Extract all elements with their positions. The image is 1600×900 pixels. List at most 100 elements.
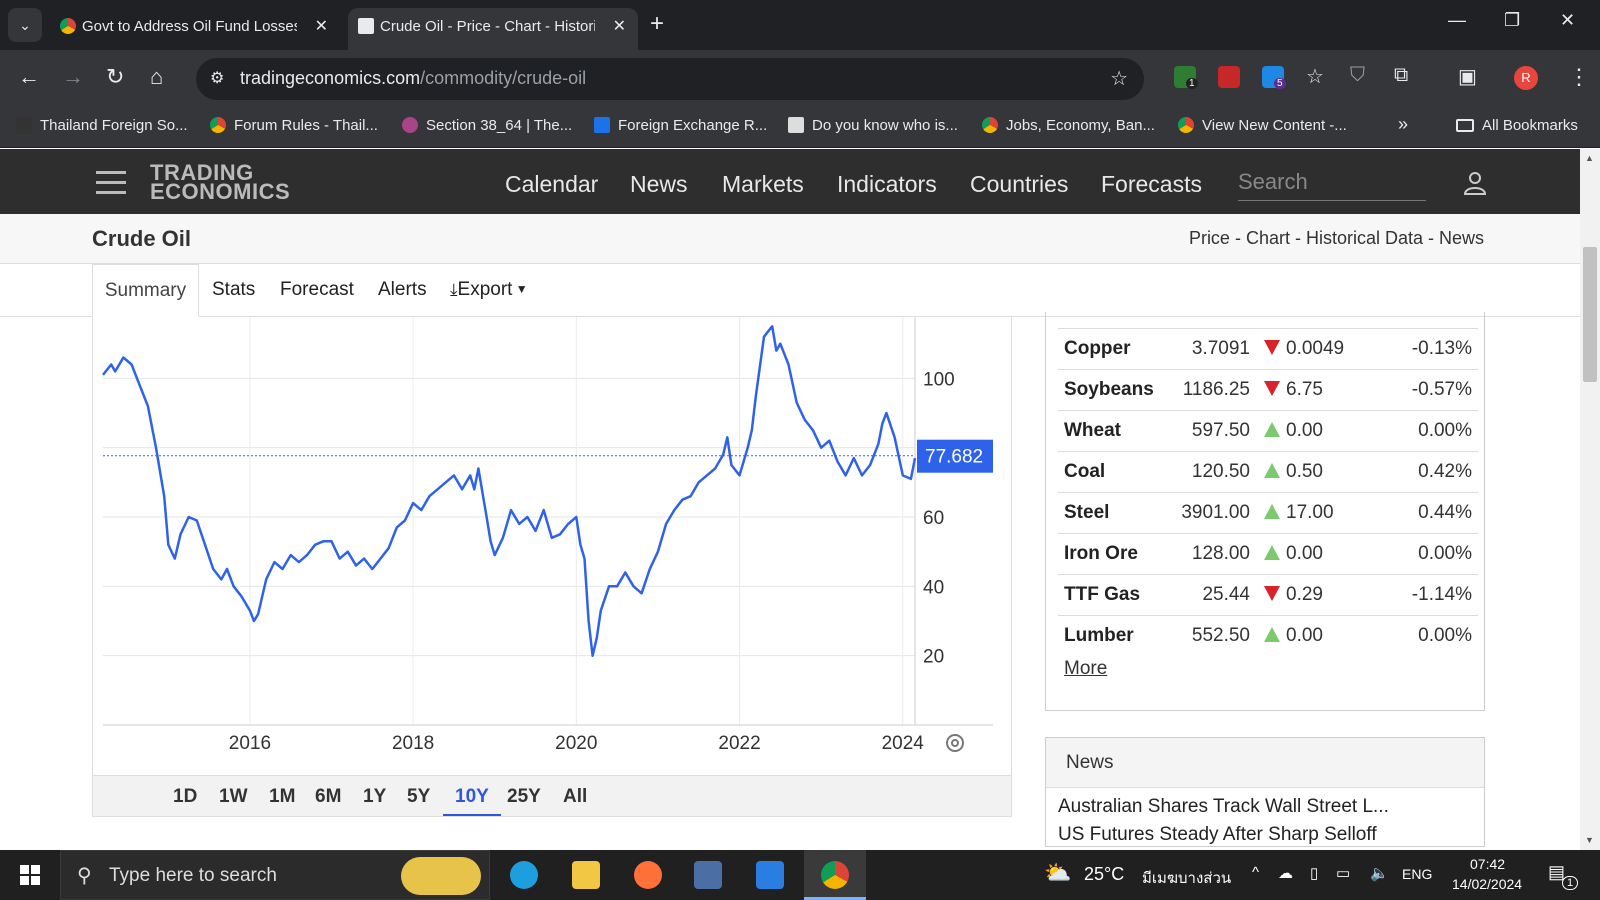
back-icon[interactable]: ←: [18, 64, 40, 90]
range-6m[interactable]: 6M: [315, 786, 341, 808]
tab-close-icon[interactable]: ✕: [315, 16, 328, 36]
close-window-icon[interactable]: ✕: [1560, 10, 1575, 31]
commodity-name[interactable]: Steel: [1058, 492, 1176, 534]
browser-tab-crude-oil[interactable]: Crude Oil - Price - Chart - Historical D…: [348, 8, 638, 50]
firefox-icon[interactable]: [634, 861, 662, 889]
commodity-row[interactable]: Wheat 597.50 0.00 0.00%: [1058, 410, 1478, 452]
commodity-row[interactable]: TTF Gas 25.44 0.29 -1.14%: [1058, 574, 1478, 616]
news-item[interactable]: Australian Shares Track Wall Street L...: [1058, 796, 1389, 818]
range-1y[interactable]: 1Y: [363, 786, 386, 808]
tab-stats[interactable]: Stats: [212, 264, 255, 317]
bookmark-star-icon[interactable]: ☆: [1110, 66, 1128, 91]
commodity-name[interactable]: Iron Ore: [1058, 533, 1176, 575]
commodity-row[interactable]: Lumber 552.50 0.00 0.00%: [1058, 615, 1478, 657]
taskbar-search-box[interactable]: ⚲ Type here to search: [60, 850, 490, 900]
range-all[interactable]: All: [563, 786, 587, 808]
site-search-input[interactable]: Search: [1238, 167, 1426, 201]
home-icon[interactable]: ⌂: [150, 64, 163, 90]
shield-icon[interactable]: ⛉: [1350, 64, 1365, 87]
nav-calendar[interactable]: Calendar: [505, 171, 598, 198]
range-10y[interactable]: 10Y: [443, 786, 501, 816]
news-item[interactable]: US Futures Steady After Sharp Selloff: [1058, 824, 1377, 846]
chrome-taskbar-button[interactable]: [804, 850, 866, 900]
weather-description[interactable]: มีเมฆบางส่วน: [1142, 866, 1231, 890]
extension-icon[interactable]: 5: [1262, 66, 1286, 89]
bookmark-extension-icon[interactable]: [1218, 66, 1240, 88]
trading-economics-logo[interactable]: TRADING ECONOMICS: [150, 162, 290, 203]
weather-temp[interactable]: 25°C: [1084, 864, 1124, 885]
onedrive-icon[interactable]: ☁: [1278, 864, 1293, 882]
site-info-icon[interactable]: ⚙: [210, 68, 224, 88]
reload-icon[interactable]: ↻: [106, 64, 124, 90]
commodity-row[interactable]: Soybeans 1186.25 6.75 -0.57%: [1058, 369, 1478, 411]
edge-icon[interactable]: [510, 861, 538, 889]
bookmark-item[interactable]: Thailand Foreign So...: [16, 117, 188, 134]
commodity-row[interactable]: Copper 3.7091 0.0049 -0.13%: [1058, 328, 1478, 370]
scroll-up-icon[interactable]: ▲: [1585, 153, 1594, 163]
scroll-down-icon[interactable]: ▼: [1585, 835, 1594, 845]
commodity-name[interactable]: Soybeans: [1058, 369, 1176, 411]
network-icon[interactable]: ▭: [1336, 864, 1350, 882]
profile-avatar[interactable]: R: [1514, 66, 1538, 90]
bookmark-item[interactable]: Foreign Exchange R...: [594, 117, 767, 134]
bookmark-item[interactable]: View New Content -...: [1178, 117, 1347, 134]
tab-forecast[interactable]: Forecast: [280, 264, 354, 317]
nav-indicators[interactable]: Indicators: [837, 171, 937, 198]
all-bookmarks-button[interactable]: All Bookmarks: [1456, 117, 1578, 134]
tab-summary[interactable]: Summary: [92, 264, 199, 317]
page-scrollbar[interactable]: ▲ ▼: [1580, 149, 1600, 850]
user-account-icon[interactable]: [1464, 171, 1486, 195]
extensions-puzzle-icon[interactable]: ⧉: [1394, 64, 1408, 87]
commodity-name[interactable]: Wheat: [1058, 410, 1176, 452]
hamburger-menu-icon[interactable]: [96, 171, 126, 194]
range-1d[interactable]: 1D: [173, 786, 197, 808]
nav-countries[interactable]: Countries: [970, 171, 1068, 198]
restore-icon[interactable]: ❐: [1504, 10, 1520, 31]
bookmark-item[interactable]: Do you know who is...: [788, 117, 958, 134]
tab-close-icon[interactable]: ✕: [613, 16, 626, 36]
minimize-icon[interactable]: —: [1448, 10, 1466, 31]
commodity-name[interactable]: Coal: [1058, 451, 1176, 493]
tab-alerts[interactable]: Alerts: [378, 264, 427, 317]
calculator-icon[interactable]: [694, 861, 722, 889]
bookmarks-overflow-button[interactable]: »: [1398, 114, 1408, 135]
clock-time[interactable]: 07:42: [1470, 856, 1505, 872]
commodity-name[interactable]: TTF Gas: [1058, 574, 1176, 616]
range-1w[interactable]: 1W: [219, 786, 248, 808]
weather-icon[interactable]: ⛅: [1044, 860, 1071, 886]
page-breadcrumb[interactable]: Price - Chart - Historical Data - News: [1189, 228, 1484, 249]
range-25y[interactable]: 25Y: [507, 786, 541, 808]
clock-date[interactable]: 14/02/2024: [1452, 876, 1522, 892]
device-icon[interactable]: ▯: [1310, 864, 1318, 882]
windows-start-icon[interactable]: [20, 865, 40, 885]
commodity-name[interactable]: Lumber: [1058, 615, 1176, 657]
language-indicator[interactable]: ENG: [1402, 866, 1432, 882]
tray-chevron-icon[interactable]: ^: [1252, 864, 1259, 881]
address-bar[interactable]: ⚙ tradingeconomics.com/commodity/crude-o…: [196, 58, 1144, 100]
side-panel-icon[interactable]: ▣: [1458, 64, 1477, 89]
scrollbar-thumb[interactable]: [1583, 247, 1597, 382]
browser-tab-oil-fund[interactable]: Govt to Address Oil Fund Losses ✕: [50, 8, 340, 50]
bookmark-item[interactable]: Jobs, Economy, Ban...: [982, 117, 1155, 134]
forward-icon[interactable]: →: [62, 64, 84, 90]
price-chart[interactable]: 2040608010012020162018202020222024 77.68…: [92, 317, 1012, 817]
star-icon[interactable]: ☆: [1306, 64, 1324, 89]
range-5y[interactable]: 5Y: [407, 786, 430, 808]
commodity-name[interactable]: Copper: [1058, 328, 1176, 370]
nav-news[interactable]: News: [630, 171, 688, 198]
chart-settings-icon[interactable]: [946, 734, 964, 752]
commodity-row[interactable]: Steel 3901.00 17.00 0.44%: [1058, 492, 1478, 534]
tab-search-button[interactable]: ⌄: [8, 8, 42, 42]
calendar-app-icon[interactable]: [756, 861, 784, 889]
menu-kebab-icon[interactable]: ⋮: [1568, 64, 1590, 90]
commodity-row[interactable]: Iron Ore 128.00 0.00 0.00%: [1058, 533, 1478, 575]
nav-forecasts[interactable]: Forecasts: [1101, 171, 1202, 198]
commodity-row[interactable]: Coal 120.50 0.50 0.42%: [1058, 451, 1478, 493]
volume-icon[interactable]: 🔈: [1370, 864, 1389, 882]
nav-markets[interactable]: Markets: [722, 171, 804, 198]
file-explorer-icon[interactable]: [572, 861, 600, 889]
more-link[interactable]: More: [1064, 658, 1107, 680]
new-tab-icon[interactable]: +: [650, 10, 664, 38]
shield-extension-icon[interactable]: 1: [1174, 66, 1198, 89]
tab-export[interactable]: ⤓Export ▼: [450, 264, 528, 317]
